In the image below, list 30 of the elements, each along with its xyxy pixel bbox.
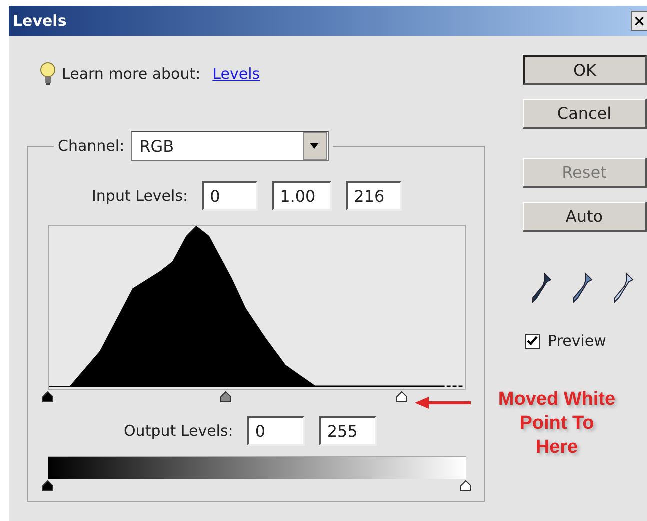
close-button[interactable]: × xyxy=(631,11,647,31)
input-level-field[interactable]: 0 xyxy=(202,181,258,211)
slider-thumb[interactable] xyxy=(220,391,232,403)
slider-thumb[interactable] xyxy=(396,391,408,403)
eyedropper-icon[interactable] xyxy=(531,272,553,304)
learn-more-label: Learn more about: xyxy=(62,65,201,83)
annotation-arrow xyxy=(413,396,473,410)
input-level-field[interactable]: 1.00 xyxy=(272,181,332,211)
slider-thumb[interactable] xyxy=(42,480,54,492)
output-level-field[interactable]: 0 xyxy=(247,416,306,446)
slider-thumb[interactable] xyxy=(460,480,472,492)
channel-label: Channel: xyxy=(58,137,125,155)
input-level-field[interactable]: 216 xyxy=(346,181,402,211)
window-title: Levels xyxy=(12,12,67,30)
dialog-button[interactable]: Auto xyxy=(523,202,647,232)
output-levels-label: Output Levels: xyxy=(124,422,234,440)
annotation-text: Moved White Point To Here xyxy=(497,388,617,460)
dialog-button[interactable]: Cancel xyxy=(523,99,647,129)
eyedropper-icon[interactable] xyxy=(572,272,594,304)
preview-label: Preview xyxy=(548,332,606,350)
slider-thumb[interactable] xyxy=(42,391,54,403)
output-level-field[interactable]: 255 xyxy=(319,416,378,446)
eyedropper-icon[interactable] xyxy=(613,272,635,304)
channel-dropdown[interactable]: RGB xyxy=(130,131,329,161)
input-levels-label: Input Levels: xyxy=(92,187,188,205)
lightbulb-icon xyxy=(40,62,56,86)
preview-checkbox[interactable] xyxy=(525,334,540,348)
dialog-button[interactable]: OK xyxy=(523,55,647,85)
caret-icon xyxy=(310,143,320,149)
levels-link[interactable]: Levels xyxy=(212,65,260,83)
